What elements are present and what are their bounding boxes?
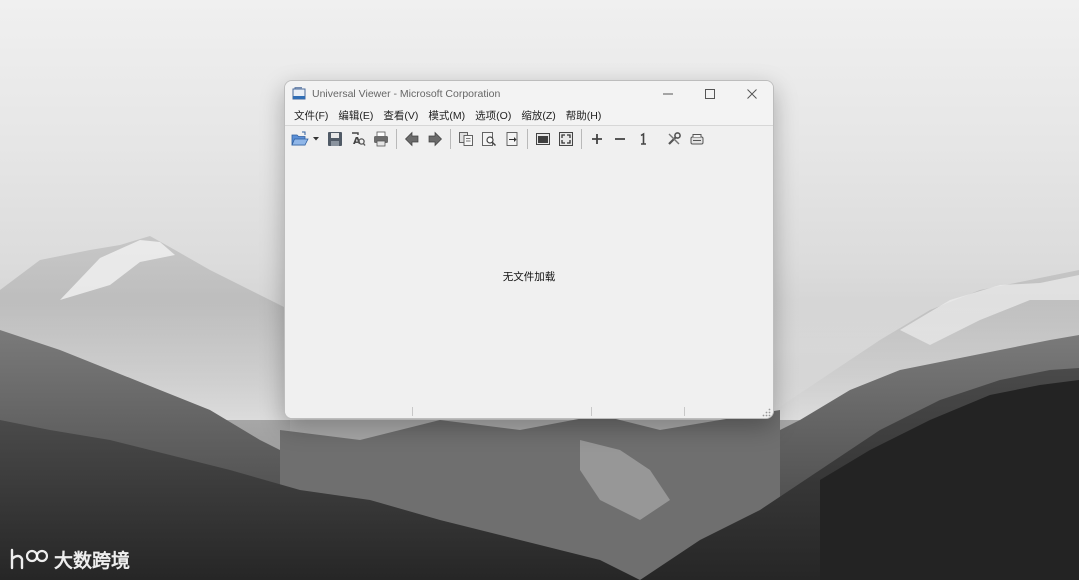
minimize-button[interactable]: [647, 81, 689, 107]
print-button[interactable]: [370, 128, 392, 150]
title-bar[interactable]: Universal Viewer - Microsoft Corporation: [285, 81, 773, 107]
prev-file-button[interactable]: [401, 128, 423, 150]
close-icon: [747, 89, 757, 99]
copy-icon: [459, 131, 473, 146]
toolbar: A: [285, 126, 773, 151]
status-bar: [285, 405, 773, 418]
toolbar-separator: [396, 128, 397, 149]
copy-to-file-button[interactable]: [501, 128, 523, 150]
open-dropdown[interactable]: [312, 128, 320, 150]
next-file-icon: [428, 131, 442, 146]
menu-edit[interactable]: 编辑(E): [333, 107, 378, 125]
open-button[interactable]: [289, 128, 311, 150]
no-file-message: 无文件加载: [502, 271, 556, 283]
original-size-button[interactable]: [632, 128, 654, 150]
fullscreen-icon: [559, 131, 573, 146]
fullscreen-button[interactable]: [555, 128, 577, 150]
watermark: 大数跨境: [8, 543, 130, 575]
toolbar-separator: [581, 128, 582, 149]
fit-window-button[interactable]: [532, 128, 554, 150]
maximize-icon: [705, 89, 715, 99]
preview-button[interactable]: [478, 128, 500, 150]
find-button[interactable]: A: [347, 128, 369, 150]
zoom-out-button[interactable]: [609, 128, 631, 150]
menu-help[interactable]: 帮助(H): [561, 107, 607, 125]
toolbar-separator: [527, 128, 528, 149]
zoom-in-icon: [592, 133, 602, 144]
settings-button[interactable]: [663, 128, 685, 150]
menu-bar: 文件(F) 编辑(E) 查看(V) 模式(M) 选项(O) 缩放(Z) 帮助(H…: [285, 107, 773, 126]
toolbar-separator: [658, 129, 659, 149]
app-window: Universal Viewer - Microsoft Corporation…: [284, 80, 774, 419]
prev-file-icon: [405, 131, 419, 146]
watermark-text: 大数跨境: [54, 549, 131, 572]
menu-view[interactable]: 查看(V): [378, 107, 423, 125]
brand-logo-icon: [10, 548, 48, 570]
zoom-out-icon: [615, 137, 625, 140]
status-divider: [684, 407, 685, 416]
status-divider: [591, 407, 592, 416]
maximize-button[interactable]: [689, 81, 731, 107]
save-icon: [328, 131, 342, 146]
next-file-button[interactable]: [424, 128, 446, 150]
copy-to-file-icon: [506, 131, 518, 146]
original-size-icon: [640, 132, 646, 145]
menu-zoom[interactable]: 缩放(Z): [516, 107, 560, 125]
open-folder-icon: [291, 131, 309, 145]
minimize-icon: [663, 93, 673, 95]
menu-options[interactable]: 选项(O): [470, 107, 516, 125]
find-icon: A: [352, 131, 366, 147]
save-button[interactable]: [324, 128, 346, 150]
menu-file[interactable]: 文件(F): [289, 107, 333, 125]
chevron-down-icon: [313, 136, 319, 140]
resize-grip-icon[interactable]: [762, 408, 771, 417]
app-icon: [292, 86, 308, 102]
print-icon: [374, 131, 388, 146]
exit-icon: [690, 133, 704, 144]
close-button[interactable]: [731, 81, 773, 107]
fit-window-icon: [536, 132, 550, 145]
preview-icon: [482, 131, 497, 146]
viewer-area[interactable]: 无文件加载: [285, 152, 773, 405]
copy-button[interactable]: [455, 128, 477, 150]
toolbar-separator: [450, 128, 451, 149]
exit-button[interactable]: [686, 128, 708, 150]
status-divider: [412, 407, 413, 416]
svg-text:A: A: [353, 136, 361, 147]
menu-mode[interactable]: 模式(M): [423, 107, 470, 125]
window-title: Universal Viewer - Microsoft Corporation: [312, 88, 501, 100]
zoom-in-button[interactable]: [586, 128, 608, 150]
settings-icon: [668, 131, 681, 145]
